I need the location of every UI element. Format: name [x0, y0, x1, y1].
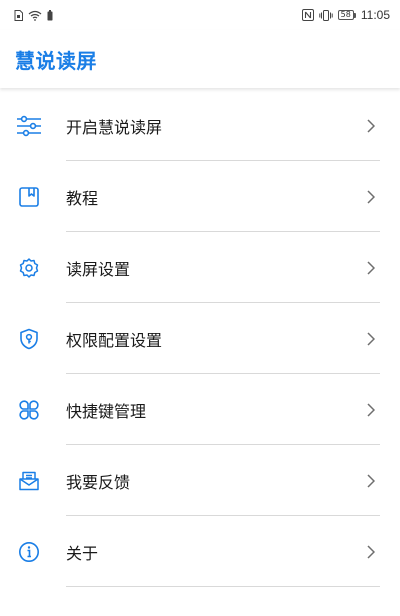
feedback-mail-icon	[16, 468, 42, 494]
divider	[66, 586, 380, 587]
settings-menu: 开启慧说读屏 教程 读屏设置 权限配置设置 快捷键管理 我要反馈 关于	[0, 90, 400, 587]
menu-item-label: 快捷键管理	[66, 401, 147, 421]
chevron-right-icon	[366, 189, 376, 205]
battery-saver-icon	[47, 9, 53, 21]
status-bar: 58 11:05	[0, 0, 400, 30]
menu-item-tutorial[interactable]: 教程	[0, 161, 400, 232]
menu-item-about[interactable]: 关于	[0, 516, 400, 587]
app-bar: 慧说读屏	[0, 30, 400, 88]
info-icon	[16, 539, 42, 565]
clock: 11:05	[360, 8, 390, 22]
chevron-right-icon	[366, 544, 376, 560]
gear-icon	[16, 255, 42, 281]
nfc-icon	[301, 9, 314, 21]
status-bar-right: 58 11:05	[301, 8, 390, 22]
menu-item-label: 开启慧说读屏	[66, 117, 163, 137]
menu-item-enable-screen-reader[interactable]: 开启慧说读屏	[0, 90, 400, 161]
wifi-icon	[28, 10, 42, 21]
clover-icon	[16, 397, 42, 423]
vibrate-icon	[318, 9, 333, 21]
page-title: 慧说读屏	[15, 48, 97, 73]
menu-item-label: 关于	[66, 543, 99, 563]
book-icon	[16, 184, 42, 210]
menu-item-label: 教程	[66, 188, 99, 208]
menu-item-label: 我要反馈	[66, 472, 131, 492]
chevron-right-icon	[366, 118, 376, 134]
status-bar-left	[14, 9, 53, 21]
shield-key-icon	[16, 326, 42, 352]
chevron-right-icon	[366, 260, 376, 276]
chevron-right-icon	[366, 473, 376, 489]
chevron-right-icon	[366, 402, 376, 418]
menu-item-permission-settings[interactable]: 权限配置设置	[0, 303, 400, 374]
sliders-icon	[16, 113, 42, 139]
sim-card-icon	[14, 9, 23, 21]
menu-item-screen-reader-settings[interactable]: 读屏设置	[0, 232, 400, 303]
battery-icon: 58	[337, 10, 357, 20]
menu-item-label: 权限配置设置	[66, 330, 163, 350]
chevron-right-icon	[366, 331, 376, 347]
menu-item-shortcut-management[interactable]: 快捷键管理	[0, 374, 400, 445]
menu-item-feedback[interactable]: 我要反馈	[0, 445, 400, 516]
menu-item-label: 读屏设置	[66, 259, 131, 279]
